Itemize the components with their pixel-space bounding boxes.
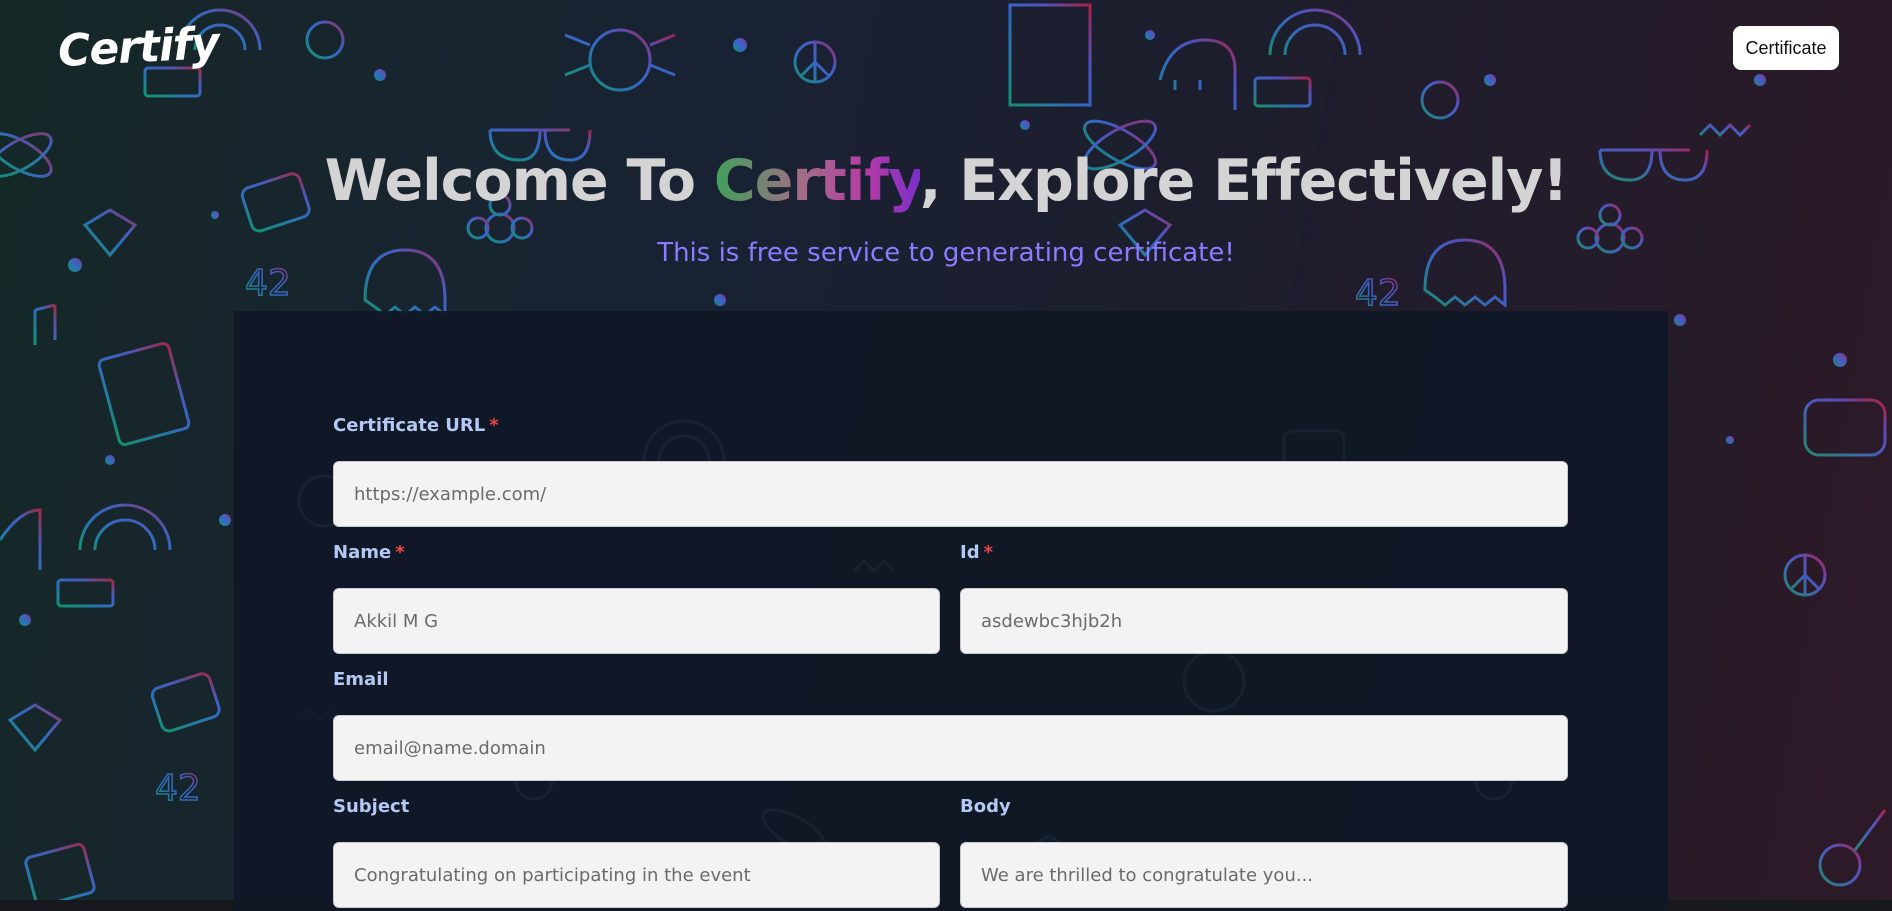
id-label: Id *	[960, 542, 993, 563]
title-brand: Certify	[713, 148, 921, 214]
certificate-url-label-text: Certificate URL	[333, 415, 486, 436]
certificate-nav-button[interactable]: Certificate	[1733, 26, 1839, 70]
body-label-text: Body	[960, 796, 1011, 817]
subject-label: Subject	[333, 796, 409, 817]
subject-input[interactable]	[333, 842, 940, 908]
email-input[interactable]	[333, 715, 1568, 781]
certify-logo[interactable]: Certify	[57, 18, 220, 77]
certificate-form-panel: Certificate URL* Name* Id* Email Subject…	[234, 311, 1668, 911]
email-label-text: Email	[333, 669, 389, 690]
email-label: Email	[333, 669, 389, 690]
required-marker: *	[489, 415, 499, 436]
required-marker: *	[983, 542, 994, 563]
name-input[interactable]	[333, 588, 940, 654]
subject-label-text: Subject	[333, 796, 410, 817]
id-input[interactable]	[960, 588, 1568, 654]
required-marker: *	[395, 542, 405, 563]
body-input[interactable]	[960, 842, 1568, 908]
page-title: Welcome To Certify, Explore Effectively!	[0, 148, 1892, 214]
body-label: Body	[960, 796, 1011, 817]
certificate-url-input[interactable]	[333, 461, 1568, 527]
certificate-url-label: Certificate URL *	[333, 415, 499, 436]
id-label-text: Id	[960, 542, 980, 563]
title-suffix: , Explore Effectively!	[919, 148, 1569, 214]
name-label-text: Name	[333, 542, 392, 563]
page-subtitle: This is free service to generating certi…	[657, 238, 1235, 268]
name-label: Name *	[333, 542, 405, 563]
title-prefix: Welcome To	[324, 148, 714, 214]
